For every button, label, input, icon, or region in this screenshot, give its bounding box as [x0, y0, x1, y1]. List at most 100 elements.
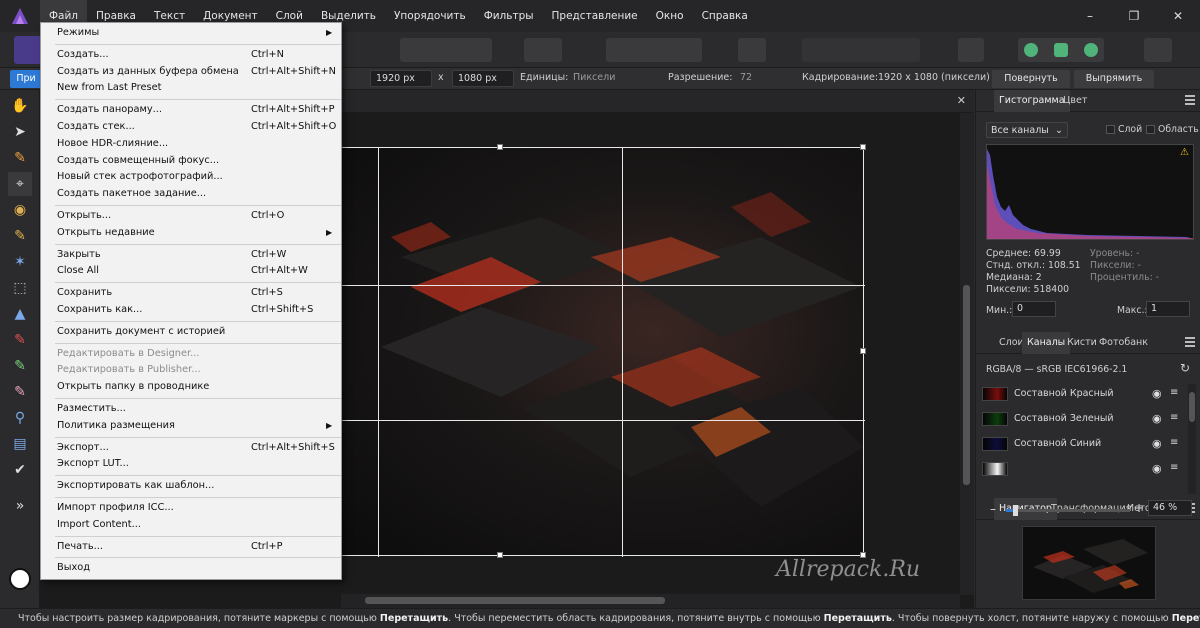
horizontal-scroll-thumb[interactable] — [365, 597, 665, 604]
erase-brush-icon[interactable]: ✎ — [8, 380, 32, 404]
crop-tool-icon[interactable]: ⌖ — [8, 172, 32, 196]
visibility-eye-icon[interactable]: ◉ — [1152, 387, 1162, 400]
persona-switch-group[interactable] — [1018, 38, 1104, 62]
fill-tool-icon[interactable]: ▲ — [8, 302, 32, 326]
snapping-group[interactable] — [606, 38, 702, 62]
panel-menu-icon[interactable] — [1185, 337, 1195, 347]
selection-mode-group[interactable] — [400, 38, 492, 62]
app-logo-icon[interactable] — [0, 0, 40, 32]
channel-row[interactable]: Составной Синий ◉ ≡ — [976, 432, 1186, 457]
file-menu-item[interactable]: Создать пакетное задание... — [41, 186, 341, 202]
file-menu-item[interactable]: Сохранить как... Ctrl+Shift+S — [41, 302, 341, 318]
dodge-brush-icon[interactable]: ✎ — [8, 354, 32, 378]
file-menu-item[interactable]: New from Last Preset — [41, 80, 341, 96]
visibility-eye-icon[interactable]: ◉ — [1152, 462, 1162, 475]
file-menu-item[interactable]: Печать... Ctrl+P — [41, 539, 341, 555]
menu-10[interactable]: Справка — [693, 0, 757, 32]
assistant-button[interactable] — [738, 38, 766, 62]
channels-scroll-thumb[interactable] — [1189, 392, 1195, 422]
vertical-scroll-thumb[interactable] — [963, 285, 970, 485]
move-tool-icon[interactable]: ➤ — [8, 120, 32, 144]
channel-row[interactable]: ◉ ≡ — [976, 457, 1186, 482]
file-menu-item[interactable]: Выход — [41, 560, 341, 576]
marquee-tool-icon[interactable]: ⬚ — [8, 276, 32, 300]
maximize-icon[interactable]: ❐ — [1112, 0, 1156, 32]
horizontal-scrollbar[interactable] — [341, 594, 960, 608]
file-menu-item[interactable]: Сохранить Ctrl+S — [41, 285, 341, 301]
channel-row[interactable]: Составной Зеленый ◉ ≡ — [976, 407, 1186, 432]
file-menu-item[interactable]: Экспортировать как шаблон... — [41, 478, 341, 494]
file-menu-item[interactable]: Новое HDR-слияние... — [41, 136, 341, 152]
tab-stock[interactable]: Фотобанк — [1094, 332, 1153, 354]
channel-row[interactable]: Составной Красный ◉ ≡ — [976, 382, 1186, 407]
file-menu-item[interactable]: Import Content... — [41, 517, 341, 533]
minimize-icon[interactable]: – — [1068, 0, 1112, 32]
file-menu-item[interactable]: Открыть... Ctrl+O — [41, 208, 341, 224]
crop-width-field[interactable]: 1920 px — [370, 70, 432, 87]
menu-9[interactable]: Окно — [647, 0, 693, 32]
zoom-slider[interactable] — [1006, 505, 1130, 516]
rotate-button[interactable]: Повернуть — [992, 70, 1070, 88]
persona-photo-icon[interactable] — [14, 36, 42, 64]
paint-brush-icon[interactable]: ✎ — [8, 328, 32, 352]
zoom-slider-knob[interactable] — [1013, 505, 1019, 516]
file-menu-item[interactable]: Сохранить документ с историей — [41, 324, 341, 340]
persona-tonemap-icon[interactable] — [1084, 43, 1098, 57]
crop-handle-top-right[interactable] — [860, 144, 866, 150]
max-field[interactable]: 1 — [1146, 301, 1190, 317]
arrange-group[interactable] — [802, 38, 920, 62]
zoom-out-icon[interactable]: – — [990, 502, 996, 516]
file-menu-item[interactable]: Разместить... — [41, 401, 341, 417]
hand-tool-icon[interactable]: ✋ — [8, 94, 32, 118]
persona-liquify-icon[interactable] — [1024, 43, 1038, 57]
crop-frame[interactable] — [341, 144, 866, 558]
straighten-button[interactable]: Выпрямить — [1074, 70, 1154, 88]
units-select[interactable]: Пиксели — [568, 70, 664, 87]
zoom-tool-icon[interactable]: ⚲ — [8, 406, 32, 430]
quick-mask-button[interactable] — [524, 38, 562, 62]
channel-select[interactable]: Все каналы ⌄ — [986, 122, 1068, 138]
flood-select-icon[interactable]: ✎ — [8, 224, 32, 248]
panel-menu-icon[interactable] — [1185, 95, 1195, 105]
file-menu-item[interactable]: Открыть папку в проводнике — [41, 379, 341, 395]
file-menu-item[interactable]: Закрыть Ctrl+W — [41, 247, 341, 263]
menu-8[interactable]: Представление — [543, 0, 647, 32]
crop-handle-top[interactable] — [497, 144, 503, 150]
file-menu-item[interactable]: Открыть недавние ▶ — [41, 225, 341, 241]
layer-checkbox[interactable] — [1106, 125, 1115, 134]
menu-6[interactable]: Упорядочить — [385, 0, 475, 32]
magic-wand-icon[interactable]: ✶ — [8, 250, 32, 274]
resolution-value[interactable]: 72 — [740, 72, 752, 83]
zoom-value-field[interactable]: 46 % — [1148, 500, 1192, 516]
channel-settings-icon[interactable]: ≡ — [1170, 462, 1178, 473]
file-menu-item[interactable]: Экспорт... Ctrl+Alt+Shift+S — [41, 440, 341, 456]
align-button[interactable] — [958, 38, 984, 62]
channel-settings-icon[interactable]: ≡ — [1170, 387, 1178, 398]
file-menu-item[interactable]: Политика размещения ▶ — [41, 418, 341, 434]
channel-settings-icon[interactable]: ≡ — [1170, 437, 1178, 448]
healing-tool-icon[interactable]: ✔ — [8, 458, 32, 482]
refresh-icon[interactable]: ↻ — [1180, 361, 1190, 375]
file-menu-item[interactable]: Создать совмещенный фокус... — [41, 153, 341, 169]
crop-handle-bottom[interactable] — [497, 552, 503, 558]
account-button[interactable] — [1144, 38, 1172, 62]
channel-settings-icon[interactable]: ≡ — [1170, 412, 1178, 423]
file-menu-item[interactable]: Создать стек... Ctrl+Alt+Shift+O — [41, 119, 341, 135]
file-menu-item[interactable]: Создать... Ctrl+N — [41, 47, 341, 63]
close-document-icon[interactable]: ✕ — [957, 94, 966, 107]
zoom-in-icon[interactable]: + — [1134, 501, 1144, 515]
file-menu-item[interactable]: Создать панораму... Ctrl+Alt+Shift+P — [41, 102, 341, 118]
navigator-preview[interactable] — [1022, 526, 1156, 600]
more-tools-icon[interactable]: » — [8, 494, 32, 518]
persona-label[interactable]: При — [10, 70, 42, 88]
tab-color[interactable]: Цвет — [1058, 90, 1092, 112]
vertical-scrollbar[interactable] — [960, 113, 974, 595]
persona-develop-icon[interactable] — [1054, 43, 1068, 57]
color-picker-icon[interactable]: ✎ — [8, 146, 32, 170]
close-icon[interactable]: ✕ — [1156, 0, 1200, 32]
file-menu-item[interactable]: Создать из данных буфера обмена Ctrl+Alt+… — [41, 64, 341, 80]
min-field[interactable]: 0 — [1012, 301, 1056, 317]
file-menu-item[interactable]: Режимы ▶ — [41, 25, 341, 41]
visibility-eye-icon[interactable]: ◉ — [1152, 437, 1162, 450]
area-checkbox[interactable] — [1146, 125, 1155, 134]
